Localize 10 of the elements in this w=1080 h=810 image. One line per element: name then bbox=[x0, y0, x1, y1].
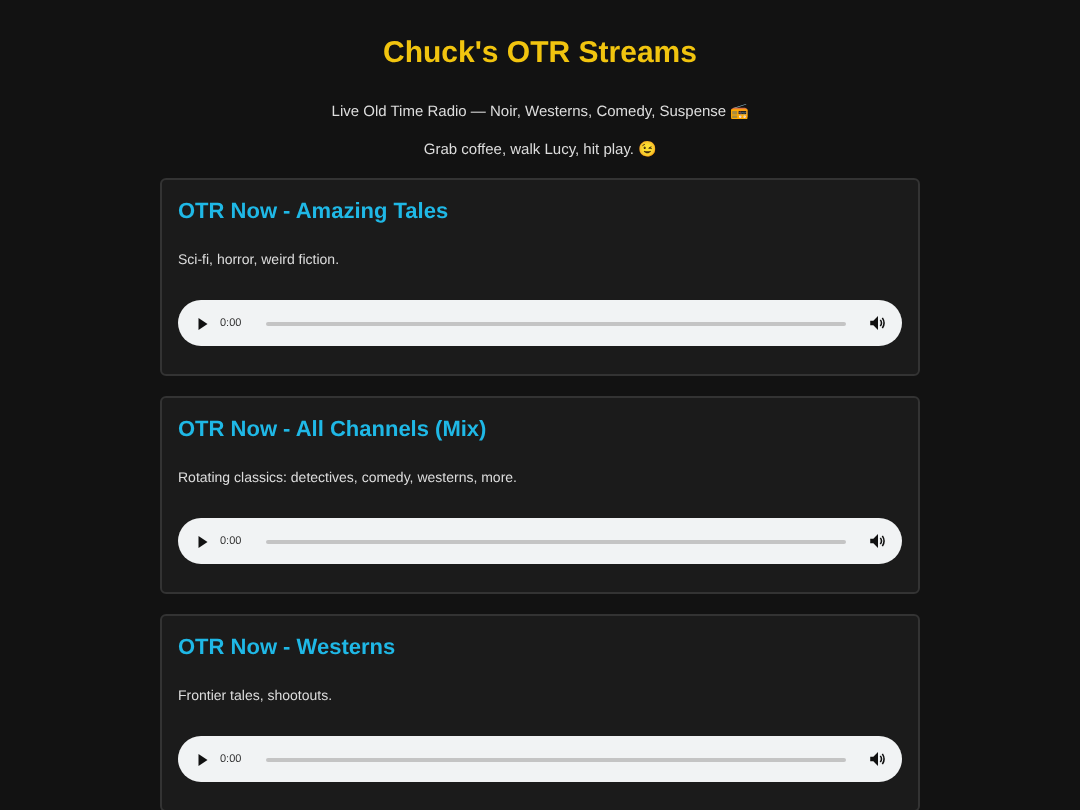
stream-title: OTR Now - Westerns bbox=[178, 634, 398, 662]
volume-icon[interactable] bbox=[870, 316, 886, 330]
stream-title: OTR Now - Amazing Tales bbox=[178, 198, 451, 226]
play-icon[interactable] bbox=[198, 753, 208, 765]
play-icon[interactable] bbox=[198, 535, 208, 547]
stream-title: OTR Now - All Channels (Mix) bbox=[178, 416, 489, 444]
volume-icon[interactable] bbox=[870, 752, 886, 766]
volume-icon[interactable] bbox=[870, 534, 886, 548]
play-icon[interactable] bbox=[198, 317, 208, 329]
page-title: Chuck's OTR Streams bbox=[381, 34, 699, 74]
